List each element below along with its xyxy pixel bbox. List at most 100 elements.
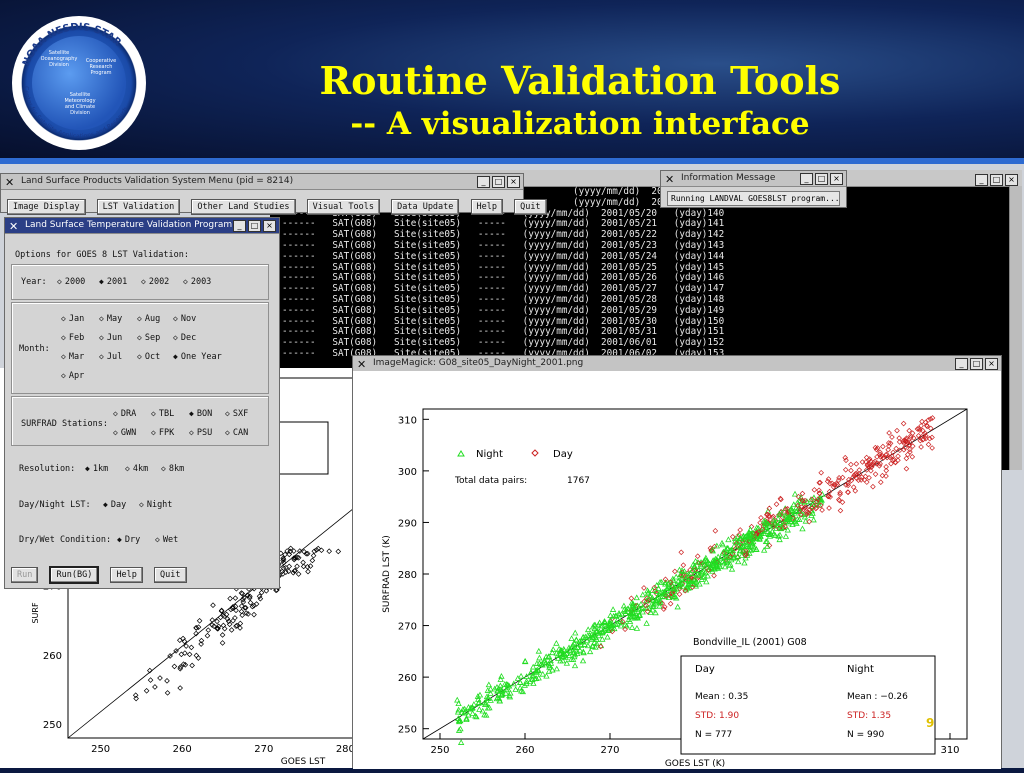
minimize-icon[interactable]: _ <box>955 358 968 370</box>
lst-validation-window[interactable]: ✕ Land Surface Temperature Validation Pr… <box>4 217 280 589</box>
radio-station-psu[interactable]: PSU <box>189 428 212 438</box>
terminal-scrollbar[interactable] <box>1009 186 1022 470</box>
validation-menu-window[interactable]: ✕ Land Surface Products Validation Syste… <box>0 173 547 215</box>
radio-resolution-8km[interactable]: 8km <box>161 464 184 474</box>
radio-month-oct[interactable]: Oct <box>137 352 160 362</box>
maximize-icon[interactable]: □ <box>970 358 983 370</box>
run-bg-button[interactable]: Run(BG) <box>49 566 100 584</box>
close-icon[interactable]: × <box>830 173 843 185</box>
night-point <box>655 585 662 591</box>
y-tick-label: 290 <box>398 518 417 529</box>
minimize-icon[interactable]: _ <box>233 220 246 232</box>
radio-station-gwn[interactable]: GWN <box>113 428 136 438</box>
left-point <box>188 644 195 651</box>
left-point <box>193 652 200 659</box>
radio-month-apr[interactable]: Apr <box>61 371 84 381</box>
info-message: Running LANDVAL GOES8LST program... <box>667 191 840 206</box>
radio-month-mar[interactable]: Mar <box>61 352 84 362</box>
help-button[interactable]: Help <box>470 199 503 215</box>
imagemagick-titlebar[interactable]: ✕ ImageMagick: G08_site05_DayNight_2001.… <box>353 356 1001 372</box>
run-button[interactable]: Run <box>11 567 39 583</box>
lst-help-button[interactable]: Help <box>110 567 143 583</box>
close-icon[interactable]: × <box>985 358 998 370</box>
night-point <box>609 606 617 612</box>
left-point <box>294 563 300 570</box>
day-point <box>872 471 879 477</box>
radio-month-may[interactable]: May <box>99 314 122 324</box>
day-point <box>819 507 825 513</box>
left-point <box>228 627 235 633</box>
quit-button[interactable]: Quit <box>514 199 547 215</box>
radio-year-2003[interactable]: 2003 <box>183 277 211 287</box>
close-icon[interactable]: × <box>263 220 276 232</box>
close-icon[interactable]: × <box>507 176 520 188</box>
other-land-studies-button[interactable]: Other Land Studies <box>191 199 296 215</box>
radio-resolution-1km[interactable]: 1km <box>85 464 108 474</box>
left-x-axis-label: GOES LST <box>281 757 326 767</box>
maximize-icon[interactable]: □ <box>815 173 828 185</box>
terminal-window-controls[interactable]: _ □ × <box>975 174 1021 186</box>
day-point <box>661 606 667 612</box>
radio-month-feb[interactable]: Feb <box>61 333 84 343</box>
left-point <box>227 595 233 602</box>
radio-month-aug[interactable]: Aug <box>137 314 160 324</box>
radio-dry[interactable]: Dry <box>117 535 140 545</box>
menu-window-controls[interactable]: _ □ × <box>477 176 520 188</box>
maximize-icon[interactable]: □ <box>492 176 505 188</box>
radio-station-fpk[interactable]: FPK <box>151 428 174 438</box>
lst-window-controls[interactable]: _ □ × <box>233 220 276 232</box>
night-point <box>454 696 461 703</box>
options-heading: Options for GOES 8 LST Validation: <box>15 250 189 260</box>
left-x-tick-label: 270 <box>254 744 273 755</box>
menu-titlebar[interactable]: ✕ Land Surface Products Validation Syste… <box>1 174 523 190</box>
night-point <box>735 558 742 565</box>
left-point <box>195 655 202 661</box>
radio-month-one-year[interactable]: One Year <box>173 352 222 362</box>
information-message-window[interactable]: ✕ Information Message _ □ × Running LANDVA… <box>660 170 847 208</box>
radio-day[interactable]: Day <box>103 500 126 510</box>
radio-year-2000[interactable]: 2000 <box>57 277 85 287</box>
radio-month-sep[interactable]: Sep <box>137 333 160 343</box>
imagemagick-window[interactable]: ✕ ImageMagick: G08_site05_DayNight_2001.… <box>352 355 1002 769</box>
day-point <box>837 491 843 498</box>
radio-station-dra[interactable]: DRA <box>113 409 136 419</box>
radio-month-jul[interactable]: Jul <box>99 352 122 362</box>
radio-station-bon[interactable]: BON <box>189 409 212 419</box>
night-point <box>584 626 592 633</box>
visual-tools-button[interactable]: Visual Tools <box>306 199 381 215</box>
radio-wet[interactable]: Wet <box>155 535 178 545</box>
radio-station-sxf[interactable]: SXF <box>225 409 248 419</box>
radio-month-dec[interactable]: Dec <box>173 333 196 343</box>
radio-year-2002[interactable]: 2002 <box>141 277 169 287</box>
y-tick-label: 280 <box>398 570 417 581</box>
drywet-label: Dry/Wet Condition: <box>19 535 112 545</box>
lst-quit-button[interactable]: Quit <box>154 567 187 583</box>
lst-validation-button[interactable]: LST Validation <box>96 199 181 215</box>
radio-year-2001[interactable]: 2001 <box>99 277 127 287</box>
radio-month-nov[interactable]: Nov <box>173 314 196 324</box>
day-point <box>853 461 860 467</box>
minimize-icon[interactable]: _ <box>800 173 813 185</box>
minimize-icon[interactable]: _ <box>477 176 490 188</box>
stats-night-std: STD: 1.35 <box>847 711 891 721</box>
menu-button-row: Image Display LST Validation Other Land … <box>1 190 547 215</box>
radio-month-jun[interactable]: Jun <box>99 333 122 343</box>
info-titlebar[interactable]: ✕ Information Message _ □ × <box>661 171 846 187</box>
imagemagick-window-controls[interactable]: _ □ × <box>955 358 998 370</box>
stats-day-mean: Mean : 0.35 <box>695 692 748 702</box>
info-window-controls[interactable]: _ □ × <box>800 173 843 185</box>
left-x-tick-label: 250 <box>91 744 110 755</box>
image-display-button[interactable]: Image Display <box>7 199 86 215</box>
radio-resolution-4km[interactable]: 4km <box>125 464 148 474</box>
year-label: Year: <box>21 277 47 287</box>
maximize-icon[interactable]: □ <box>248 220 261 232</box>
night-point <box>487 690 494 696</box>
data-update-button[interactable]: Data Update <box>391 199 460 215</box>
x-tick-label: 310 <box>940 745 959 756</box>
lst-titlebar[interactable]: ✕ Land Surface Temperature Validation Pr… <box>5 218 279 234</box>
radio-station-can[interactable]: CAN <box>225 428 248 438</box>
radio-month-jan[interactable]: Jan <box>61 314 84 324</box>
radio-night[interactable]: Night <box>139 500 173 510</box>
radio-station-tbl[interactable]: TBL <box>151 409 174 419</box>
day-point <box>824 478 831 485</box>
